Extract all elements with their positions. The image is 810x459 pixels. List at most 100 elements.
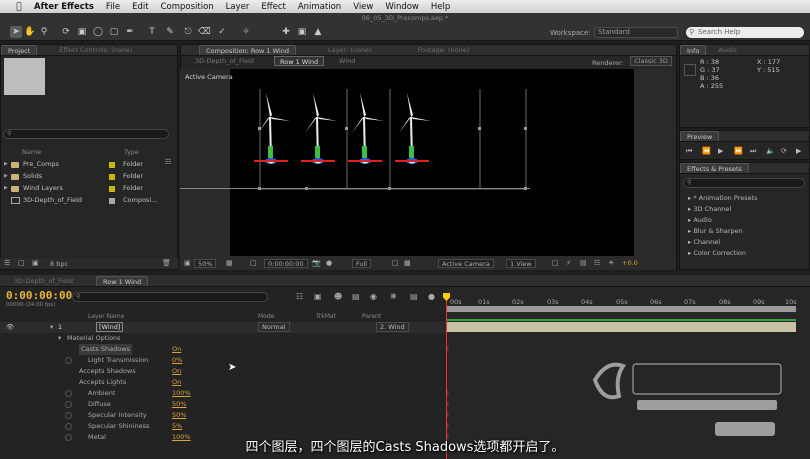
label-color-swatch[interactable] bbox=[109, 174, 115, 180]
project-col-name[interactable]: Name bbox=[22, 148, 41, 156]
stopwatch-icon[interactable] bbox=[65, 423, 72, 430]
magnification-select[interactable]: 50% bbox=[194, 259, 217, 268]
tab-audio[interactable]: Audio bbox=[712, 45, 742, 55]
clone-tool-icon[interactable]: ⎋ bbox=[182, 26, 194, 38]
table-row[interactable]: Casts Shadows On bbox=[0, 344, 446, 355]
3d-view-select[interactable]: Active Camera bbox=[438, 259, 494, 268]
always-preview-icon[interactable]: ▣ bbox=[184, 259, 191, 267]
hide-shy-layers-icon[interactable]: ☻ bbox=[334, 292, 342, 301]
breadcrumb-3d-depth-of-field[interactable]: 3D-Depth_of_Field bbox=[190, 56, 259, 66]
blend-mode-select[interactable]: Normal bbox=[258, 322, 290, 332]
new-composition-icon[interactable]: ▣ bbox=[32, 259, 39, 267]
keyframe-icon[interactable]: I bbox=[447, 423, 451, 431]
play-icon[interactable]: ▶ bbox=[718, 147, 723, 155]
roto-brush-tool-icon[interactable]: ✓ bbox=[216, 26, 228, 38]
menu-file[interactable]: File bbox=[106, 2, 120, 12]
eraser-tool-icon[interactable]: ⌫ bbox=[198, 26, 211, 38]
fast-previews-icon[interactable]: ⚡ bbox=[566, 259, 571, 267]
parent-select[interactable]: 2. Wind bbox=[376, 322, 409, 332]
new-folder-icon[interactable]: □ bbox=[18, 259, 25, 267]
selection-tool-icon[interactable]: ➤ bbox=[10, 26, 22, 38]
tab-timeline-row-1-wind[interactable]: Row 1 Wind bbox=[96, 276, 149, 286]
visibility-icon[interactable]: 👁 bbox=[6, 322, 14, 333]
reset-exposure-icon[interactable]: ☀ bbox=[608, 259, 614, 267]
current-time-display[interactable]: 0:00:00:00 bbox=[6, 289, 72, 302]
col-layer-name[interactable]: Layer Name bbox=[88, 313, 124, 320]
loop-icon[interactable]: ⟳ bbox=[781, 147, 787, 155]
effects-category-channel[interactable]: ▸ Channel bbox=[688, 238, 720, 246]
tab-layer[interactable]: Layer: (none) bbox=[322, 45, 378, 55]
rotate-tool-icon[interactable]: ⟳ bbox=[60, 26, 72, 38]
property-value[interactable]: On bbox=[172, 344, 181, 355]
breadcrumb-wind[interactable]: Wind bbox=[334, 56, 360, 66]
tab-project[interactable]: Project bbox=[1, 45, 38, 55]
col-mode[interactable]: Mode bbox=[258, 313, 274, 320]
layer-duration-bar[interactable] bbox=[446, 322, 796, 332]
table-row[interactable]: Specular Shininess 5% bbox=[0, 421, 446, 432]
stopwatch-icon[interactable] bbox=[65, 357, 72, 364]
menu-animation[interactable]: Animation bbox=[298, 2, 341, 12]
view-layout-select[interactable]: 1 View bbox=[506, 259, 536, 268]
motion-blur-icon[interactable]: ◉ bbox=[370, 292, 377, 301]
table-row[interactable]: Accepts Lights On bbox=[0, 377, 446, 388]
search-help-input[interactable]: ⚲ Search Help bbox=[686, 27, 804, 38]
stopwatch-icon[interactable] bbox=[65, 412, 72, 419]
renderer-select[interactable]: Classic 3D bbox=[630, 56, 672, 66]
timeline-search-input[interactable]: ⚲ bbox=[72, 292, 268, 302]
comp-mini-flowchart-icon[interactable]: ☷ bbox=[296, 292, 303, 301]
menu-help[interactable]: Help bbox=[431, 2, 450, 12]
tab-info[interactable]: Info bbox=[680, 45, 707, 55]
project-search-input[interactable]: ⚲ bbox=[3, 129, 169, 139]
exposure-value[interactable]: +0.0 bbox=[622, 259, 638, 267]
keyframe-icon[interactable]: I bbox=[447, 346, 451, 354]
tab-footage[interactable]: Footage: (none) bbox=[412, 45, 476, 55]
label-color-swatch[interactable] bbox=[109, 186, 115, 192]
material-options-group[interactable]: ▾ Material Options bbox=[0, 333, 446, 344]
effects-category-color-correction[interactable]: ▸ Color Correction bbox=[688, 249, 746, 257]
menu-app-name[interactable]: After Effects bbox=[34, 2, 94, 12]
trash-icon[interactable]: 🗑 bbox=[162, 259, 171, 267]
list-item[interactable]: 3D-Depth_of_Field Composi... bbox=[0, 195, 172, 206]
keyframe-icon[interactable]: I bbox=[447, 401, 451, 409]
world-axis-icon[interactable]: ▣ bbox=[296, 26, 308, 38]
draft-3d-icon[interactable]: ▣ bbox=[314, 292, 322, 301]
tab-composition[interactable]: Composition: Row 1 Wind bbox=[199, 45, 296, 55]
expand-triangle-icon[interactable]: ▶ bbox=[4, 159, 8, 170]
view-axis-icon[interactable]: ▲ bbox=[312, 26, 324, 38]
keyframe-icon[interactable]: I bbox=[447, 390, 451, 398]
flowchart-icon[interactable]: ☷ bbox=[594, 259, 600, 267]
col-parent[interactable]: Parent bbox=[362, 313, 381, 320]
menu-window[interactable]: Window bbox=[385, 2, 419, 12]
pen-tool-icon[interactable]: ✒ bbox=[124, 26, 136, 38]
expand-triangle-icon[interactable]: ▶ bbox=[4, 171, 8, 182]
expand-triangle-icon[interactable]: ▾ bbox=[50, 322, 53, 333]
audio-icon[interactable]: 🔈 bbox=[766, 147, 775, 155]
pan-behind-tool-icon[interactable]: ◯ bbox=[92, 26, 104, 38]
auto-keyframe-icon[interactable]: ● bbox=[428, 292, 435, 301]
list-item[interactable]: ▶ Wind Layers Folder bbox=[0, 183, 172, 194]
tab-effect-controls[interactable]: Effect Controls: (none) bbox=[53, 45, 138, 55]
expand-triangle-icon[interactable]: ▾ bbox=[58, 333, 61, 344]
brush-tool-icon[interactable]: ✎ bbox=[164, 26, 176, 38]
hand-tool-icon[interactable]: ✋ bbox=[24, 26, 36, 38]
menu-edit[interactable]: Edit bbox=[132, 2, 148, 12]
current-time-field[interactable]: 0:00:00:00 bbox=[264, 259, 308, 268]
effects-category-3d-channel[interactable]: ▸ 3D Channel bbox=[688, 205, 731, 213]
tab-effects-presets[interactable]: Effects & Presets bbox=[680, 163, 749, 173]
tab-timeline-3d-depth-of-field[interactable]: 3D-Depth_of_Field bbox=[8, 276, 79, 286]
breadcrumb-row-1-wind[interactable]: Row 1 Wind bbox=[274, 56, 325, 66]
workspace-select[interactable]: Standard bbox=[594, 27, 678, 38]
snapshot-icon[interactable]: 📷 bbox=[312, 259, 321, 267]
text-tool-icon[interactable]: T bbox=[146, 26, 158, 38]
apple-icon[interactable]:  bbox=[12, 2, 26, 12]
work-area-bar[interactable] bbox=[446, 306, 796, 312]
frame-blending-icon[interactable]: ▤ bbox=[352, 292, 360, 301]
property-value[interactable]: 0% bbox=[172, 355, 182, 366]
last-frame-icon[interactable]: ⏭ bbox=[750, 147, 756, 156]
menu-layer[interactable]: Layer bbox=[226, 2, 250, 12]
zoom-tool-icon[interactable]: ⚲ bbox=[38, 26, 50, 38]
effects-search-input[interactable]: ⚲ bbox=[683, 178, 805, 188]
stopwatch-icon[interactable] bbox=[65, 401, 72, 408]
brainstorm-icon[interactable]: ❋ bbox=[390, 292, 397, 301]
keyframe-icon[interactable]: I bbox=[447, 412, 451, 420]
